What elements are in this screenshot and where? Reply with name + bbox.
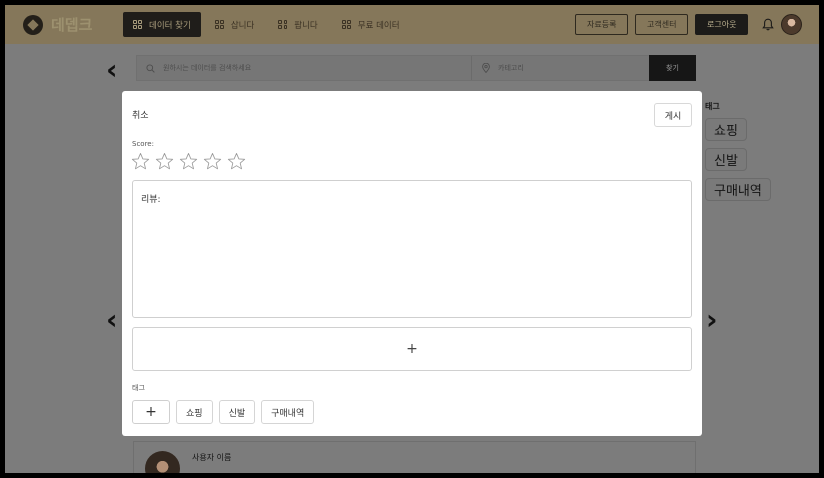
star-icon[interactable] — [203, 152, 222, 171]
grid-icon — [133, 20, 142, 29]
sidebar-tag[interactable]: 구매내역 — [705, 178, 771, 201]
reviewer-name: 사용자 이름 — [192, 453, 232, 462]
search-button[interactable]: 찾기 — [649, 55, 696, 81]
chevron-left-icon[interactable]: ‹ — [106, 56, 118, 84]
carousel-next-icon[interactable]: › — [706, 306, 718, 334]
review-placeholder: 리뷰: — [141, 195, 161, 205]
nav-item-label: 팝니다 — [294, 20, 318, 31]
score-label: Score: — [132, 140, 154, 148]
nav-item-label: 데이터 찾기 — [149, 20, 191, 31]
nav-item-find-data[interactable]: 데이터 찾기 — [123, 12, 201, 37]
app-frame: 데뎁크 데이터 찾기 삽니다 팝니다 무료 데이터 자료등록 고객센터 로그아웃 — [5, 5, 819, 473]
search-icon — [146, 63, 155, 73]
carousel-prev-icon[interactable]: ‹ — [106, 306, 118, 334]
grid-icon — [278, 20, 288, 29]
star-icon[interactable] — [179, 152, 198, 171]
star-icon[interactable] — [227, 152, 246, 171]
grid-icon — [214, 20, 224, 29]
logo[interactable]: 데뎁크 — [23, 14, 92, 35]
nav-item-label: 삽니다 — [230, 20, 255, 31]
nav-item-buy[interactable]: 삽니다 — [205, 12, 264, 37]
logout-button[interactable]: 로그아웃 — [695, 14, 749, 35]
search-input[interactable]: 원하시는 데이터를 검색하세요 — [137, 56, 472, 80]
nav-item-label: 무료 데이터 — [357, 20, 400, 31]
tag-chip[interactable]: 쇼핑 — [176, 400, 213, 424]
search-bar: 원하시는 데이터를 검색하세요 카테고리 — [136, 55, 696, 81]
main-nav: 데이터 찾기 삽니다 팝니다 무료 데이터 — [123, 12, 410, 37]
top-header: 데뎁크 데이터 찾기 삽니다 팝니다 무료 데이터 자료등록 고객센터 로그아웃 — [5, 5, 819, 44]
add-tag-button[interactable]: + — [132, 400, 170, 424]
register-data-button[interactable]: 자료등록 — [575, 14, 629, 35]
sidebar-tag[interactable]: 신발 — [705, 148, 747, 171]
tags-row: + 쇼핑 신발 구매내역 — [132, 400, 315, 424]
user-avatar[interactable] — [781, 14, 802, 35]
review-textarea[interactable]: 리뷰: — [132, 180, 692, 318]
bell-icon[interactable] — [762, 18, 774, 31]
search-placeholder: 원하시는 데이터를 검색하세요 — [163, 64, 252, 72]
customer-center-button[interactable]: 고객센터 — [635, 14, 689, 35]
write-review-modal: 취소 게시 Score: 리뷰: + 태그 + 쇼핑 신발 구매내역 — [122, 91, 702, 436]
category-placeholder: 카테고리 — [498, 64, 524, 72]
cancel-button[interactable]: 취소 — [132, 108, 149, 121]
star-rating — [131, 152, 246, 171]
tags-label: 태그 — [132, 384, 145, 392]
tag-chip[interactable]: 신발 — [218, 400, 256, 424]
nav-item-free-data[interactable]: 무료 데이터 — [332, 12, 410, 37]
logo-text: 데뎁크 — [51, 16, 93, 34]
location-pin-icon — [482, 63, 490, 73]
add-image-button[interactable]: + — [132, 327, 692, 371]
sidebar-tag[interactable]: 쇼핑 — [705, 118, 747, 141]
sidebar-tags-title: 태그 — [705, 102, 720, 111]
star-icon[interactable] — [155, 152, 174, 171]
tag-chip[interactable]: 구매내역 — [261, 400, 315, 424]
star-icon[interactable] — [131, 152, 150, 171]
post-button[interactable]: 게시 — [654, 103, 692, 127]
logo-icon — [23, 14, 43, 35]
grid-icon — [341, 20, 351, 29]
nav-item-sell[interactable]: 팝니다 — [268, 12, 327, 37]
